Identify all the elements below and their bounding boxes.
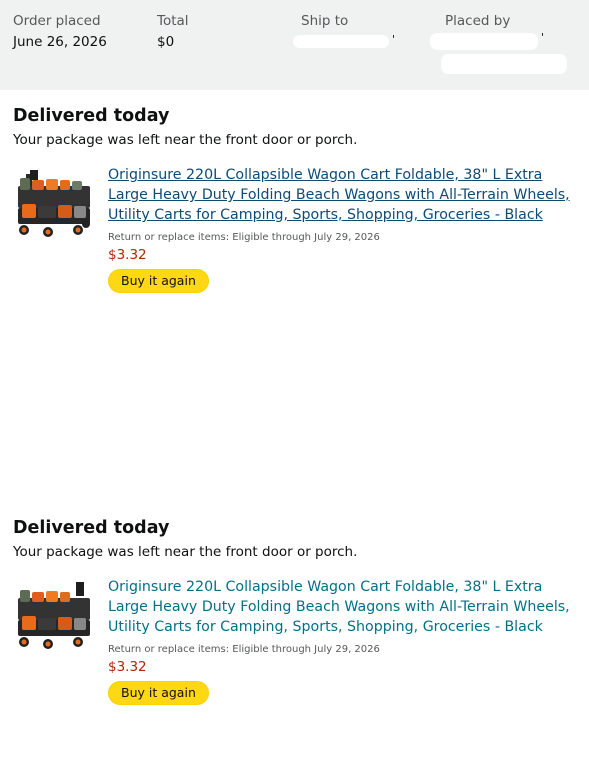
total-column: Total $0 <box>157 12 189 51</box>
product-title: Originsure 220L Collapsible Wagon Cart F… <box>108 577 578 637</box>
ship-to-recipient-redacted[interactable]: ' <box>293 33 395 48</box>
total-value: $0 <box>157 34 175 50</box>
product-title-link[interactable]: Originsure 220L Collapsible Wagon Cart F… <box>108 579 570 635</box>
delivery-status-detail: Your package was left near the front doo… <box>13 544 358 560</box>
order-placed-value: June 26, 2026 <box>13 34 107 50</box>
product-thumbnail[interactable] <box>14 166 92 244</box>
product-title: Originsure 220L Collapsible Wagon Cart F… <box>108 165 578 225</box>
order-placed-column: Order placed June 26, 2026 <box>13 12 107 51</box>
order-header: Order placed June 26, 2026 Total $0 Ship… <box>0 0 589 90</box>
delivery-status: Delivered today <box>13 106 170 126</box>
placed-by-name-redacted: ' <box>430 31 544 50</box>
delivery-status: Delivered today <box>13 518 170 538</box>
ship-to-label: Ship to <box>301 13 349 29</box>
placed-by-label: Placed by <box>445 13 511 29</box>
item-price: $3.32 <box>108 659 147 675</box>
return-eligibility-note: Return or replace items: Eligible throug… <box>108 644 380 655</box>
buy-it-again-button[interactable]: Buy it again <box>108 269 209 293</box>
order-placed-label: Order placed <box>13 13 101 29</box>
placed-by-detail-redacted <box>441 54 567 74</box>
ship-to-column: Ship to <box>301 12 348 30</box>
delivery-status-detail: Your package was left near the front doo… <box>13 132 358 148</box>
placed-by-column: Placed by <box>445 12 510 30</box>
total-label: Total <box>157 13 189 29</box>
item-price: $3.32 <box>108 247 147 263</box>
product-title-link[interactable]: Originsure 220L Collapsible Wagon Cart F… <box>108 167 570 223</box>
product-thumbnail[interactable] <box>14 578 92 656</box>
buy-it-again-button[interactable]: Buy it again <box>108 681 209 705</box>
return-eligibility-note: Return or replace items: Eligible throug… <box>108 232 380 243</box>
